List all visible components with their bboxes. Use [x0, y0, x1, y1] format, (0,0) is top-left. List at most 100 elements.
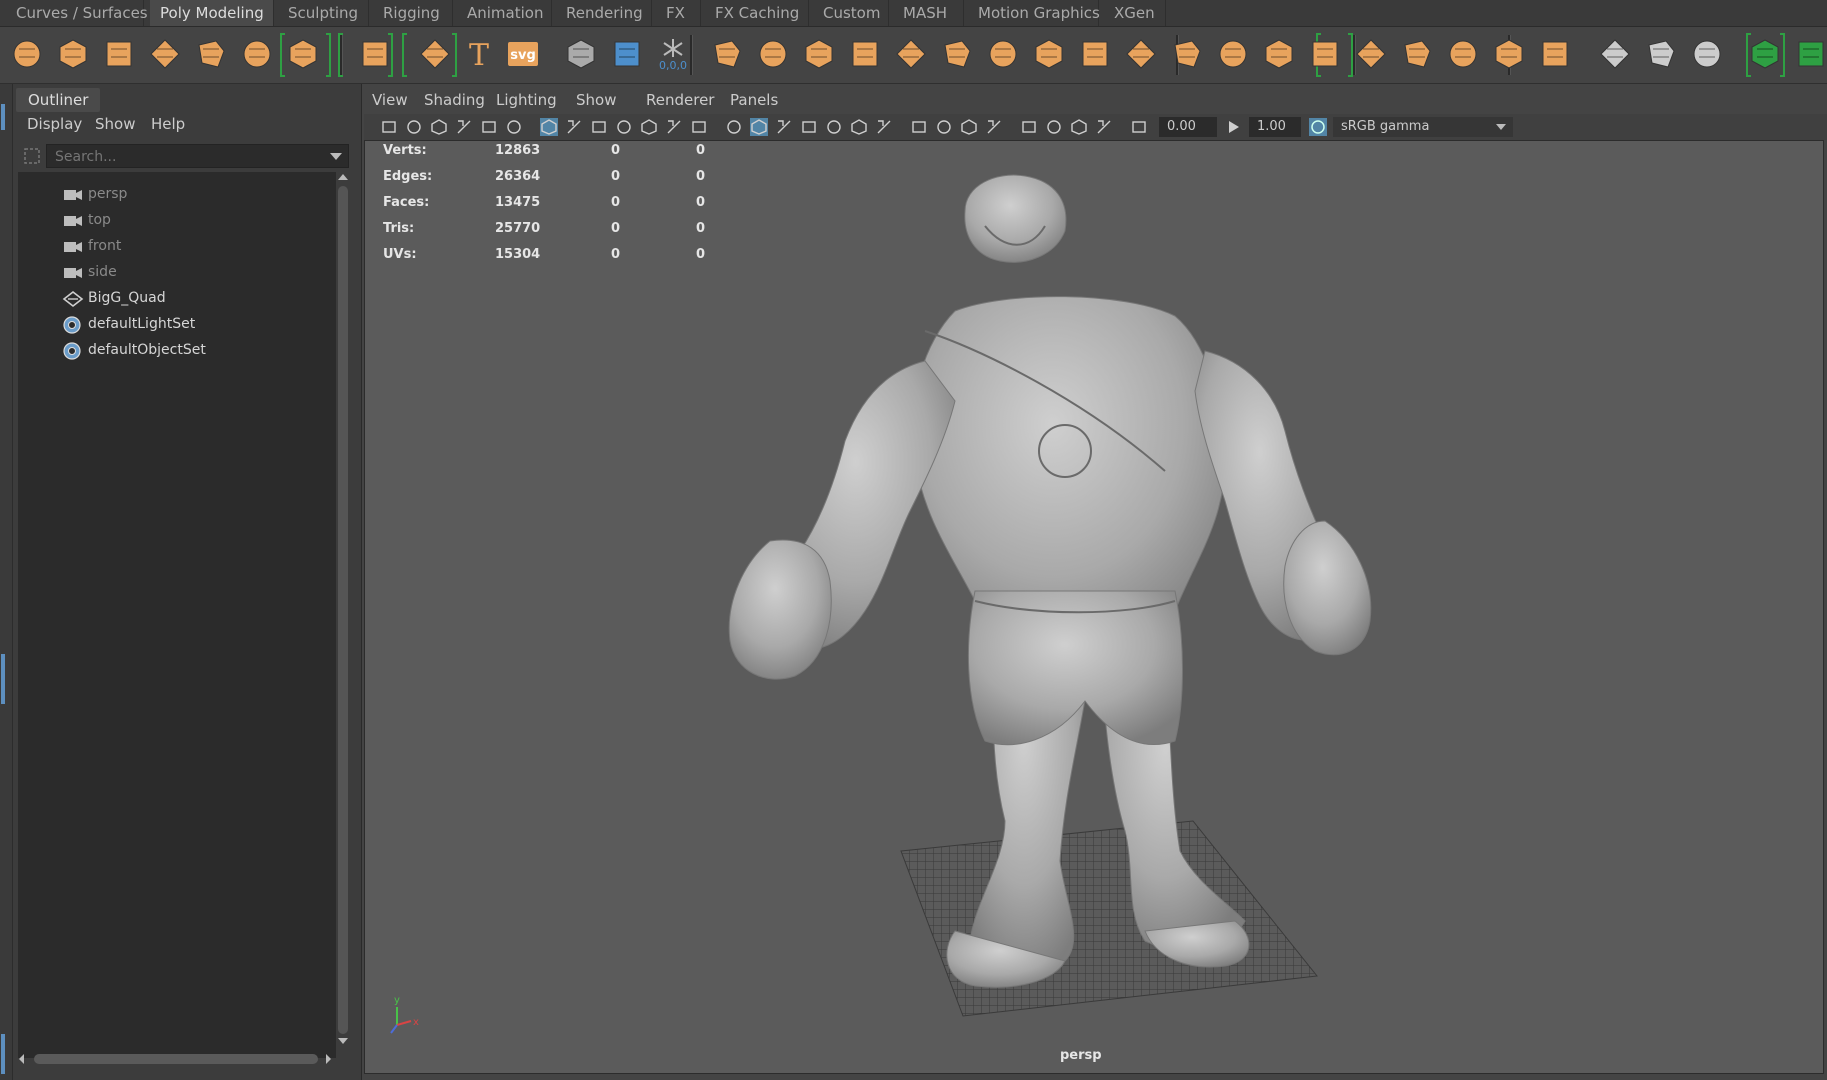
platonic-solid-icon[interactable]: [358, 37, 392, 71]
outliner-item[interactable]: BigG_Quad: [18, 286, 336, 312]
fill-hole-icon[interactable]: [1170, 37, 1204, 71]
super-shape-icon[interactable]: [418, 37, 452, 71]
grid-icon[interactable]: [540, 118, 558, 136]
xray-icon[interactable]: [1045, 118, 1063, 136]
shelf-tab-animation[interactable]: Animation: [457, 0, 552, 26]
outliner-vertical-scrollbar[interactable]: [336, 172, 350, 1052]
2d-pan-icon[interactable]: [480, 118, 498, 136]
shelf-tab-rigging[interactable]: Rigging: [373, 0, 453, 26]
snap-icon[interactable]: [564, 37, 598, 71]
viewport-menu-panels[interactable]: Panels: [730, 91, 778, 109]
film-gate-icon[interactable]: [565, 118, 583, 136]
wireframe-on-shaded-icon[interactable]: [775, 118, 793, 136]
uv-layout-icon[interactable]: [1538, 37, 1572, 71]
shadows-icon[interactable]: [875, 118, 893, 136]
grease-pencil-icon[interactable]: [505, 118, 523, 136]
extrude-icon[interactable]: [894, 37, 928, 71]
outliner-menu-help[interactable]: Help: [151, 115, 185, 133]
xray-active-icon[interactable]: [1095, 118, 1113, 136]
gamma-field[interactable]: 1.00: [1249, 117, 1301, 137]
measure-icon[interactable]: [610, 37, 644, 71]
target-weld-icon[interactable]: [1262, 37, 1296, 71]
exposure-icon[interactable]: [1130, 118, 1148, 136]
poly-disc-icon[interactable]: [286, 37, 320, 71]
shelf-tab-curves-surfaces[interactable]: Curves / Surfaces: [6, 0, 148, 26]
field-chart-icon[interactable]: [640, 118, 658, 136]
wedge-icon[interactable]: [1078, 37, 1112, 71]
separate-icon[interactable]: [756, 37, 790, 71]
connect-icon[interactable]: [1446, 37, 1480, 71]
poly-sphere-icon[interactable]: [10, 37, 44, 71]
exposure-field[interactable]: 0.00: [1159, 117, 1217, 137]
depth-of-field-icon[interactable]: [985, 118, 1003, 136]
outliner-item[interactable]: defaultObjectSet: [18, 338, 336, 364]
isolate-select-icon[interactable]: [1020, 118, 1038, 136]
bridge-icon[interactable]: [940, 37, 974, 71]
shelf-tab-custom[interactable]: Custom: [813, 0, 889, 26]
outliner-item[interactable]: defaultLightSet: [18, 312, 336, 338]
chevron-down-icon[interactable]: [330, 153, 342, 161]
viewport-menu-renderer[interactable]: Renderer: [646, 91, 714, 109]
uv-auto-icon[interactable]: [1748, 37, 1782, 71]
mirror-icon[interactable]: [802, 37, 836, 71]
gamma-icon[interactable]: [1225, 118, 1243, 136]
outliner-horizontal-scrollbar[interactable]: [18, 1050, 336, 1068]
wireframe-icon[interactable]: [725, 118, 743, 136]
safe-title-icon[interactable]: [690, 118, 708, 136]
shelf-tab-sculpting[interactable]: Sculpting: [278, 0, 369, 26]
image-plane-icon[interactable]: [455, 118, 473, 136]
shelf-tab-mash[interactable]: MASH: [893, 0, 964, 26]
viewport-menu-lighting[interactable]: Lighting: [496, 91, 557, 109]
default-material-icon[interactable]: [800, 118, 818, 136]
filter-icon[interactable]: [22, 144, 42, 168]
knife-icon[interactable]: [1492, 37, 1526, 71]
gate-mask-icon[interactable]: [615, 118, 633, 136]
textures-icon[interactable]: [825, 118, 843, 136]
shelf-tab-poly-modeling[interactable]: Poly Modeling: [150, 0, 274, 26]
motion-blur-icon[interactable]: [935, 118, 953, 136]
shelf-tab-fx-caching[interactable]: FX Caching: [705, 0, 809, 26]
shelf-tab-fx[interactable]: FX: [656, 0, 701, 26]
multi-cut-icon[interactable]: [1216, 37, 1250, 71]
outliner-item[interactable]: front: [18, 234, 336, 260]
append-icon[interactable]: [1032, 37, 1066, 71]
uv-cylindrical-icon[interactable]: [1644, 37, 1678, 71]
lights-icon[interactable]: [850, 118, 868, 136]
viewport-menu-shading[interactable]: Shading: [424, 91, 485, 109]
search-input[interactable]: [47, 145, 317, 169]
offset-edgeloop-icon[interactable]: [1400, 37, 1434, 71]
smooth-shade-icon[interactable]: [750, 118, 768, 136]
viewport-menu-view[interactable]: View: [372, 91, 408, 109]
shelf-tab-rendering[interactable]: Rendering: [556, 0, 652, 26]
select-camera-icon[interactable]: [380, 118, 398, 136]
xray-joints-icon[interactable]: [1070, 118, 1088, 136]
poly-plane-icon[interactable]: [240, 37, 274, 71]
poly-cone-icon[interactable]: [148, 37, 182, 71]
ambient-occlusion-icon[interactable]: [910, 118, 928, 136]
outliner-menu-display[interactable]: Display: [27, 115, 82, 133]
poke-icon[interactable]: [1124, 37, 1158, 71]
outliner-title-tab[interactable]: Outliner: [16, 88, 100, 112]
viewport-menu-show[interactable]: Show: [576, 91, 616, 109]
poly-torus-icon[interactable]: [194, 37, 228, 71]
freeze-transform-icon[interactable]: 0,0,0: [656, 37, 690, 72]
color-space-dropdown[interactable]: sRGB gamma: [1333, 117, 1513, 137]
shelf-tab-motion-graphics[interactable]: Motion Graphics: [968, 0, 1100, 26]
uv-spherical-icon[interactable]: [1690, 37, 1724, 71]
outliner-item[interactable]: top: [18, 208, 336, 234]
combine-icon[interactable]: [710, 37, 744, 71]
outliner-item[interactable]: side: [18, 260, 336, 286]
outliner-menu-show[interactable]: Show: [95, 115, 135, 133]
shelf-tab-xgen[interactable]: XGen: [1104, 0, 1166, 26]
insert-edgeloop-icon[interactable]: [1354, 37, 1388, 71]
poly-cylinder-icon[interactable]: [102, 37, 136, 71]
color-management-icon[interactable]: [1309, 118, 1327, 136]
resolution-gate-icon[interactable]: [590, 118, 608, 136]
poly-cube-icon[interactable]: [56, 37, 90, 71]
safe-action-icon[interactable]: [665, 118, 683, 136]
anti-alias-icon[interactable]: [960, 118, 978, 136]
smooth-icon[interactable]: [848, 37, 882, 71]
uv-planar-icon[interactable]: [1598, 37, 1632, 71]
uv-transfer-icon[interactable]: [1794, 37, 1827, 71]
outliner-item[interactable]: persp: [18, 182, 336, 208]
